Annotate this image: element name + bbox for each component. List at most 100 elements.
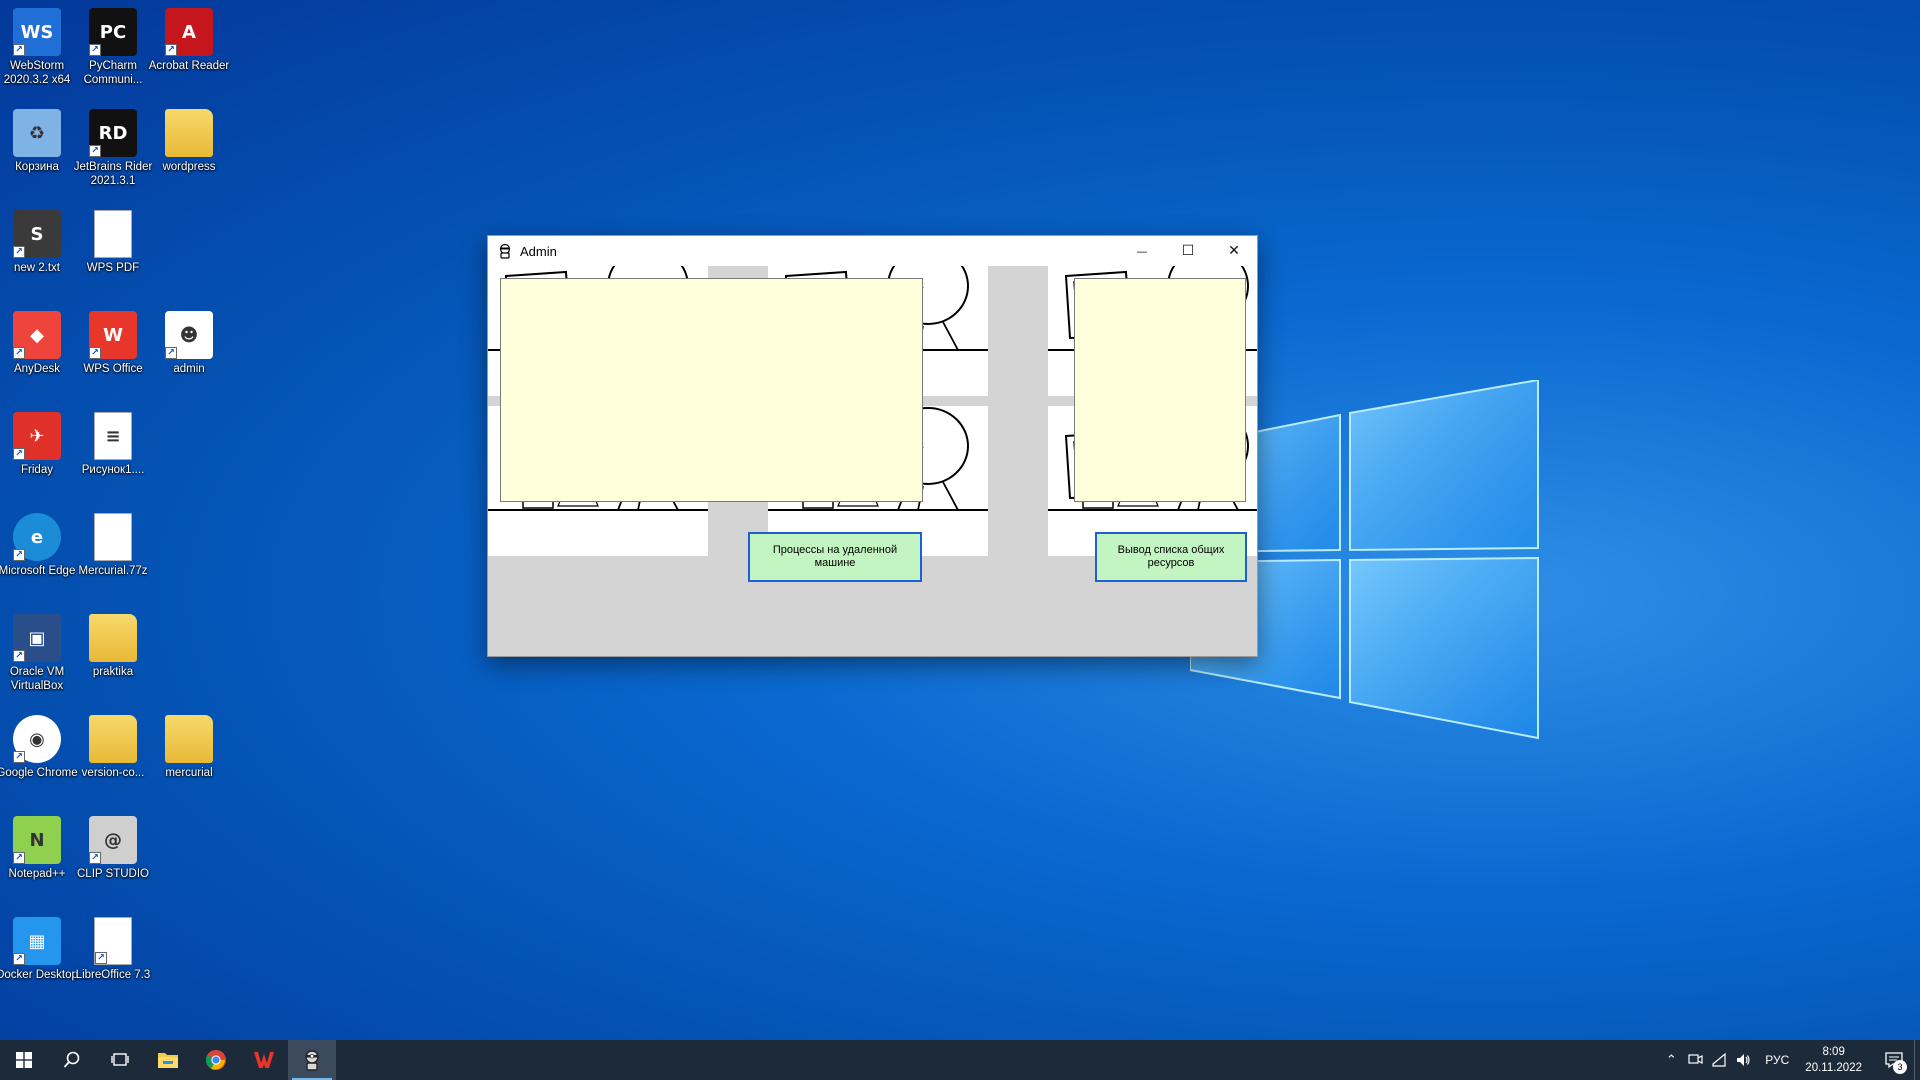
maximize-icon: ☐ [1181,243,1195,259]
shortcut-arrow-icon: ↗ [89,852,101,864]
taskbar: ⌃ РУС 8:09 20.11.2022 3 [0,1040,1920,1080]
desktop-icon-label: version-co... [81,767,145,779]
desktop-icon-label: new 2.txt [13,262,61,274]
desktop-icon[interactable]: version-co... [69,715,157,811]
desktop-icon[interactable]: RD ↗ JetBrains Rider 2021.3.1 [69,109,157,205]
search-icon [63,1051,80,1068]
window-title: Admin [520,243,557,259]
task-view-icon [111,1053,129,1066]
desktop-icon[interactable]: ↗ LibreOffice 7.3 [69,917,157,1013]
title-bar[interactable]: Admin — ☐ ✕ [488,236,1257,266]
libreoffice-icon: ↗ [94,917,132,965]
desktop-icon-label: Google Chrome [0,767,78,779]
acrobat-icon: A ↗ [165,8,213,56]
blank-file-icon [94,210,132,258]
shares-button[interactable]: Вывод списка общих ресурсов [1095,532,1247,582]
clock-date: 20.11.2022 [1805,1062,1862,1074]
desktop-icon-label: Корзина [15,161,59,173]
desktop-icon[interactable]: WPS PDF [69,210,157,306]
desktop-icon-label: wordpress [162,161,216,173]
shortcut-arrow-icon: ↗ [13,650,25,662]
admin-app-icon [305,1050,319,1071]
shortcut-arrow-icon: ↗ [13,44,25,56]
desktop-icon-label: Microsoft Edge [0,565,76,577]
blank-file-icon [94,513,132,561]
shortcut-arrow-icon: ↗ [165,44,177,56]
desktop-icon-label: Acrobat Reader [148,60,230,72]
desktop-icon[interactable]: praktika [69,614,157,710]
network-wifi-icon[interactable] [1711,1052,1727,1068]
input-language-indicator[interactable]: РУС [1765,1053,1789,1067]
search-button[interactable] [48,1040,96,1080]
processes-button-label: Процессы на удаленной машине [772,544,898,569]
chrome-icon: ◉ ↗ [13,715,61,763]
folder-icon [89,614,137,662]
wps-office-icon [254,1052,274,1068]
rider-icon: RD ↗ [89,109,137,157]
clip-studio-icon: @ ↗ [89,816,137,864]
taskbar-admin-app[interactable] [288,1040,336,1080]
recycle-bin-icon: ♻ [13,109,61,157]
shortcut-arrow-icon: ↗ [13,347,25,359]
minimize-button[interactable]: — [1119,236,1165,266]
shortcut-arrow-icon: ↗ [13,448,25,460]
desktop-icon[interactable]: Mercurial.77z [69,513,157,609]
folder-icon [89,715,137,763]
webstorm-icon: WS ↗ [13,8,61,56]
folder-icon [165,109,213,157]
desktop-icon[interactable]: mercurial [145,715,233,811]
admin-app-icon [499,243,511,259]
meet-now-icon[interactable] [1687,1052,1703,1068]
desktop-icon[interactable]: ≡ Рисунок1.... [69,412,157,508]
desktop-icon-label: AnyDesk [13,363,61,375]
desktop-icon-label: Notepad++ [8,868,66,880]
desktop-icon-label: mercurial [165,767,213,779]
processes-output-textbox[interactable] [500,278,923,502]
desktop-icon-label: Рисунок1.... [81,464,145,476]
notepadpp-icon: N ↗ [13,816,61,864]
close-icon: ✕ [1228,243,1240,259]
volume-icon[interactable] [1735,1052,1751,1068]
maximize-button[interactable]: ☐ [1165,236,1211,266]
taskbar-chrome[interactable] [192,1040,240,1080]
windows-start-icon [16,1052,32,1068]
show-hidden-icons-chevron-icon[interactable]: ⌃ [1659,1053,1683,1068]
spreadsheet-file-icon: ≡ [94,412,132,460]
sublime-icon: S ↗ [13,210,61,258]
taskbar-wps-office[interactable] [240,1040,288,1080]
shortcut-arrow-icon: ↗ [13,549,25,561]
processes-button[interactable]: Процессы на удаленной машине [748,532,922,582]
folder-icon [165,715,213,763]
chrome-icon [205,1050,226,1070]
pycharm-icon: PC ↗ [89,8,137,56]
admin-window: Admin — ☐ ✕ Процессы на удаленной машине… [487,235,1258,657]
docker-icon: ▦ ↗ [13,917,61,965]
edge-icon: e ↗ [13,513,61,561]
desktop-icon[interactable]: ☻ ↗ admin [145,311,233,407]
desktop-icon[interactable]: A ↗ Acrobat Reader [145,8,233,104]
shares-button-label: Вывод списка общих ресурсов [1117,544,1225,569]
shortcut-arrow-icon: ↗ [13,751,25,763]
desktop-icon-label: WPS PDF [86,262,140,274]
desktop-icon-label: praktika [92,666,134,678]
task-view-button[interactable] [96,1040,144,1080]
wps-office-icon: W ↗ [89,311,137,359]
shortcut-arrow-icon: ↗ [13,852,25,864]
shortcut-arrow-icon: ↗ [165,347,177,359]
shares-output-textbox[interactable] [1074,278,1246,502]
shortcut-arrow-icon: ↗ [95,952,107,964]
desktop-icon[interactable]: @ ↗ CLIP STUDIO [69,816,157,912]
desktop-icon[interactable]: PC ↗ PyCharm Communi... [69,8,157,104]
action-center-button[interactable]: 3 [1874,1040,1914,1080]
file-explorer-icon [158,1053,178,1068]
clock[interactable]: 8:09 20.11.2022 [1805,1044,1862,1076]
start-button[interactable] [0,1040,48,1080]
desktop-icon[interactable]: W ↗ WPS Office [69,311,157,407]
shortcut-arrow-icon: ↗ [89,44,101,56]
desktop-icon[interactable]: wordpress [145,109,233,205]
taskbar-file-explorer[interactable] [144,1040,192,1080]
close-button[interactable]: ✕ [1211,236,1257,266]
desktop-icon-label: CLIP STUDIO [77,868,149,880]
show-desktop-button[interactable] [1914,1040,1920,1080]
clock-time: 8:09 [1822,1046,1845,1058]
